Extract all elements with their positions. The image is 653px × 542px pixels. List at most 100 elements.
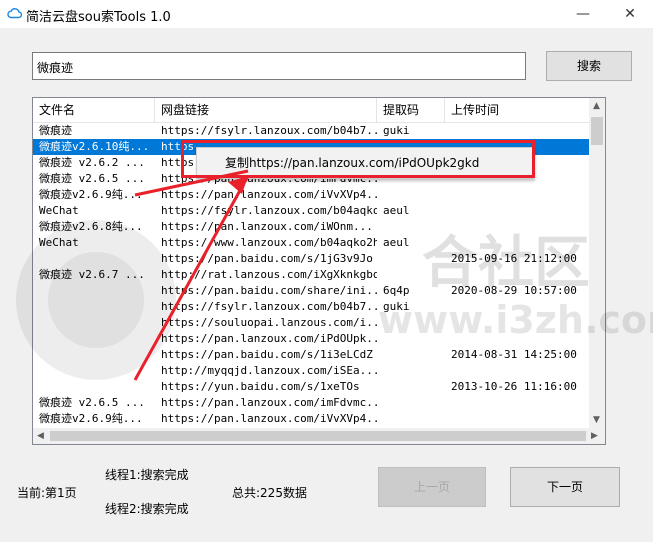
table-row[interactable]: 微痕迹v2.6.9纯... https://pan.lanzoux.com/iVv… <box>33 187 591 203</box>
app-window: 简洁云盘sou索Tools 1.0 — ✕ 微痕迹 搜索 文件名 网盘链接 提取… <box>0 0 653 542</box>
cell-link: https://www.lanzoux.com/b04aqko2h <box>161 236 377 249</box>
cell-filename: 微痕迹 v2.6.5 ... <box>39 172 145 185</box>
cell-time <box>445 395 591 411</box>
cell-link: https://pan.lanzoux.com/iPdOUpk... <box>161 332 377 345</box>
cell-link: https://pan.baidu.com/s/1i3eLCdZ <box>161 348 373 361</box>
table-row[interactable]: 微痕迹v2.6.8纯... https://pan.lanzoux.com/iWO… <box>33 219 591 235</box>
cell-filename <box>33 315 155 331</box>
cell-filename: 微痕迹v2.6.9纯... <box>39 412 143 425</box>
cell-code <box>377 363 445 379</box>
cell-filename <box>33 251 155 267</box>
cell-time <box>445 203 591 219</box>
column-header-time[interactable]: 上传时间 <box>445 98 591 122</box>
cell-code <box>377 187 445 203</box>
table-row[interactable]: 微痕迹 v2.6.5 ... https://pan.lanzoux.com/im… <box>33 395 591 411</box>
thread1-status: 线程1:搜索完成 <box>105 468 189 482</box>
cell-time <box>445 187 591 203</box>
cell-code <box>377 379 445 395</box>
cell-time: 2014-08-31 14:25:00 <box>451 348 577 361</box>
thread2-status: 线程2:搜索完成 <box>105 502 189 516</box>
cell-code: aeul <box>383 204 410 217</box>
table-row[interactable]: https://pan.baidu.com/s/1i3eLCdZ 2014-08-… <box>33 347 591 363</box>
cloud-icon <box>7 8 22 19</box>
next-page-button[interactable]: 下一页 <box>510 467 620 507</box>
cell-link: http://myqqjd.lanzoux.com/iSEa... <box>161 364 377 377</box>
table-row[interactable]: https://pan.baidu.com/s/1jG3v9Jo 2015-09-… <box>33 251 591 267</box>
cell-link: https://fsylr.lanzoux.com/b04b7... <box>161 124 377 137</box>
highlight-box <box>181 140 535 178</box>
cell-filename <box>33 299 155 315</box>
window-title: 简洁云盘sou索Tools 1.0 <box>26 10 171 25</box>
table-row[interactable]: 微痕迹 https://fsylr.lanzoux.com/b04b7... guk… <box>33 123 591 139</box>
close-button[interactable]: ✕ <box>607 0 653 28</box>
cell-link: https://pan.lanzoux.com/iVvXVp4... <box>161 412 377 425</box>
list-header: 文件名 网盘链接 提取码 上传时间 <box>33 98 591 123</box>
total-count-label: 总共:225数据 <box>232 486 307 500</box>
title-bar: 简洁云盘sou索Tools 1.0 — ✕ <box>0 0 653 28</box>
cell-code: 6q4p <box>383 284 410 297</box>
cell-link: https://yun.baidu.com/s/1xeTOs <box>161 380 360 393</box>
cell-link: https://pan.lanzoux.com/iVvXVp4... <box>161 188 377 201</box>
cell-code: guki <box>383 124 410 137</box>
cell-time <box>445 331 591 347</box>
cell-code <box>377 395 445 411</box>
current-page-label: 当前:第1页 <box>17 486 77 500</box>
cell-filename: 微痕迹 v2.6.2 ... <box>39 156 145 169</box>
cell-filename: WeChat <box>39 204 79 217</box>
search-button[interactable]: 搜索 <box>546 51 632 81</box>
cell-filename: 微痕迹v2.6.8纯... <box>39 220 143 233</box>
cell-time: 2013-10-26 11:16:00 <box>451 380 577 393</box>
cell-link: https://fsylr.lanzoux.com/b04aqko2h <box>161 204 377 217</box>
vertical-scroll-thumb[interactable] <box>591 117 603 145</box>
vertical-scrollbar[interactable]: ▲ ▼ <box>589 98 605 428</box>
cell-time <box>445 235 591 251</box>
cell-filename: 微痕迹 v2.6.7 ... <box>39 268 145 281</box>
horizontal-scrollbar[interactable]: ◀ ▶ <box>33 428 605 444</box>
table-row[interactable]: 微痕迹 v2.6.7 ... http://rat.lanzous.com/iXg… <box>33 267 591 283</box>
table-row[interactable]: http://myqqjd.lanzoux.com/iSEa... <box>33 363 591 379</box>
table-row[interactable]: WeChat https://fsylr.lanzoux.com/b04aqko2… <box>33 203 591 219</box>
search-input[interactable]: 微痕迹 <box>32 52 526 80</box>
cell-filename <box>33 283 155 299</box>
cell-filename: 微痕迹 <box>39 124 72 137</box>
table-row[interactable]: https://yun.baidu.com/s/1xeTOs 2013-10-26… <box>33 379 591 395</box>
cell-filename <box>33 363 155 379</box>
cell-code <box>377 219 445 235</box>
scroll-up-icon[interactable]: ▲ <box>593 101 600 111</box>
horizontal-scroll-thumb[interactable] <box>50 431 586 441</box>
prev-page-button[interactable]: 上一页 <box>378 467 486 507</box>
cell-code <box>377 315 445 331</box>
column-header-link[interactable]: 网盘链接 <box>155 98 377 122</box>
table-row[interactable]: https://fsylr.lanzoux.com/b04b7... guki <box>33 299 591 315</box>
cell-code <box>377 411 445 427</box>
table-row[interactable]: https://pan.baidu.com/share/ini... 6q4p 20… <box>33 283 591 299</box>
cell-code <box>377 251 445 267</box>
cell-time <box>445 267 591 283</box>
scroll-right-icon[interactable]: ▶ <box>591 431 598 441</box>
cell-time: 2015-09-16 21:12:00 <box>451 252 577 265</box>
column-header-filename[interactable]: 文件名 <box>33 98 155 122</box>
cell-code: guki <box>383 300 410 313</box>
cell-time: 2020-08-29 10:57:00 <box>451 284 577 297</box>
cell-link: https://souluopai.lanzous.com/i... <box>161 316 377 329</box>
cell-time <box>445 315 591 331</box>
cell-filename: 微痕迹v2.6.10纯... <box>39 140 150 153</box>
cell-code <box>377 347 445 363</box>
table-row[interactable]: https://souluopai.lanzous.com/i... <box>33 315 591 331</box>
cell-link: https://pan.baidu.com/s/1jG3v9Jo <box>161 252 373 265</box>
cell-link: https://pan.lanzoux.com/iWOnm... <box>161 220 373 233</box>
table-row[interactable]: 微痕迹v2.6.9纯... https://pan.lanzoux.com/iVv… <box>33 411 591 427</box>
cell-time <box>445 299 591 315</box>
cell-link: http://rat.lanzous.com/iXgXknkgbqb <box>161 268 377 281</box>
scroll-down-icon[interactable]: ▼ <box>593 415 600 425</box>
table-row[interactable]: WeChat https://www.lanzoux.com/b04aqko2h a… <box>33 235 591 251</box>
table-row[interactable]: https://pan.lanzoux.com/iPdOUpk... <box>33 331 591 347</box>
cell-filename: WeChat <box>39 236 79 249</box>
cell-code: aeul <box>383 236 410 249</box>
scroll-left-icon[interactable]: ◀ <box>37 431 44 441</box>
cell-link: https://pan.lanzoux.com/imFdvmc... <box>161 396 377 409</box>
column-header-code[interactable]: 提取码 <box>377 98 445 122</box>
cell-link: https://pan.baidu.com/share/ini... <box>161 284 377 297</box>
cell-link: https://fsylr.lanzoux.com/b04b7... <box>161 300 377 313</box>
cell-filename: 微痕迹v2.6.9纯... <box>39 188 143 201</box>
